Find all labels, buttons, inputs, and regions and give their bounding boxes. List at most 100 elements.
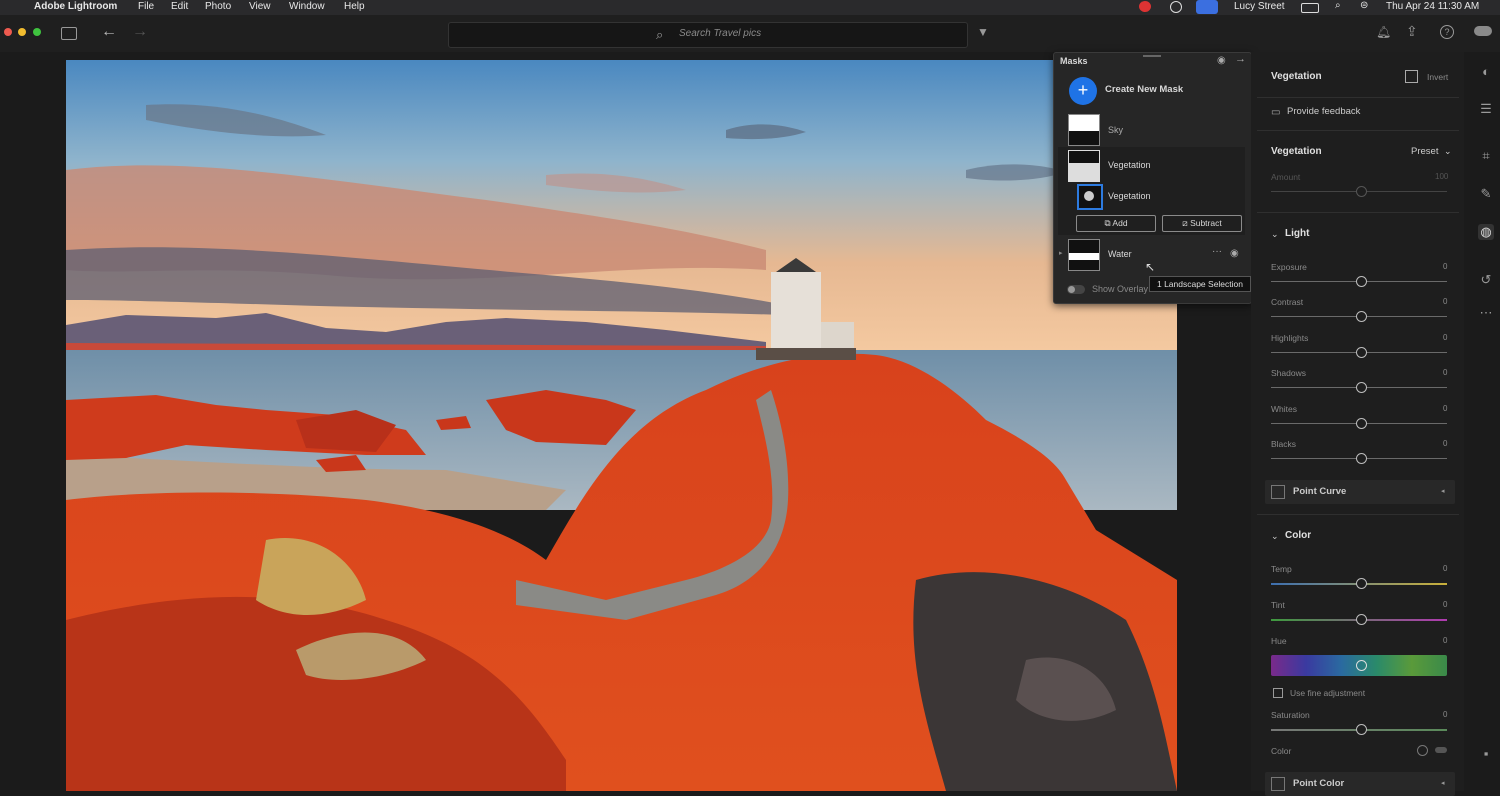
light-slider-knob[interactable] xyxy=(1356,418,1367,429)
hue-slider-knob[interactable] xyxy=(1356,660,1367,671)
search-icon[interactable]: ⌕ xyxy=(1335,0,1341,11)
expand-chevron-icon[interactable]: ▸ xyxy=(1059,249,1063,257)
menu-window[interactable]: Window xyxy=(289,1,325,12)
app-toolbar: ← → ⌕ Search Travel pics ▼ 🔔︎ ⇪ ? xyxy=(0,15,1500,52)
light-slider-label: Blacks xyxy=(1271,439,1297,449)
tint-label: Tint xyxy=(1271,600,1285,610)
app-menu[interactable]: Adobe Lightroom xyxy=(34,1,117,12)
menu-edit[interactable]: Edit xyxy=(171,1,188,12)
panel-toggle-icon[interactable] xyxy=(61,27,77,40)
tint-value: 0 xyxy=(1443,600,1448,609)
show-overlay-toggle[interactable] xyxy=(1067,285,1085,294)
close-window-button[interactable] xyxy=(4,28,12,36)
vegetation-component-label[interactable]: Vegetation xyxy=(1108,191,1151,201)
minimize-window-button[interactable] xyxy=(18,28,26,36)
user-name[interactable]: Lucy Street xyxy=(1234,1,1285,12)
hue-value: 0 xyxy=(1443,636,1448,645)
add-mask-button[interactable]: ⧉ Add xyxy=(1076,215,1156,232)
color-swatch-label: Color xyxy=(1271,746,1292,756)
color-swatch-icon[interactable] xyxy=(1417,745,1428,756)
crop-icon[interactable]: ⌗ xyxy=(1478,148,1494,164)
photo-canvas[interactable] xyxy=(66,60,1177,791)
play-icon[interactable] xyxy=(1170,1,1182,13)
temp-label: Temp xyxy=(1271,564,1292,574)
zoom-window-button[interactable] xyxy=(33,28,41,36)
screen-mirror-icon[interactable] xyxy=(1196,0,1218,14)
bell-icon[interactable]: 🔔︎ xyxy=(1376,25,1391,39)
sky-mask-thumbnail[interactable] xyxy=(1068,114,1100,146)
invert-checkbox[interactable] xyxy=(1405,70,1418,83)
light-slider-value: 0 xyxy=(1443,404,1448,413)
vegetation-component-thumbnail[interactable] xyxy=(1077,184,1103,210)
menu-photo[interactable]: Photo xyxy=(205,1,231,12)
sky-mask-label[interactable]: Sky xyxy=(1108,125,1123,135)
history-icon[interactable]: ↺ xyxy=(1478,272,1494,288)
amount-label: Amount xyxy=(1271,172,1301,182)
color-toggle[interactable] xyxy=(1435,747,1447,753)
control-center-icon[interactable]: ⊜ xyxy=(1360,0,1368,11)
vegetation-mask-label[interactable]: Vegetation xyxy=(1108,160,1151,170)
amount-value: 100 xyxy=(1435,172,1449,181)
expand-arrow-icon: ◂ xyxy=(1441,780,1445,787)
vegetation-mask-thumbnail[interactable] xyxy=(1068,150,1100,182)
fine-adjustment-checkbox[interactable] xyxy=(1273,688,1283,698)
back-arrow-icon[interactable]: ← xyxy=(101,23,117,41)
create-new-mask-label[interactable]: Create New Mask xyxy=(1105,84,1183,95)
light-slider-label: Shadows xyxy=(1271,368,1306,378)
light-section-title[interactable]: Light xyxy=(1285,228,1309,239)
saturation-slider-knob[interactable] xyxy=(1356,724,1367,735)
comments-icon[interactable]: ▪ xyxy=(1478,746,1494,762)
filter-icon[interactable]: ▼ xyxy=(977,25,989,39)
mask-name-title: Vegetation xyxy=(1271,71,1322,82)
menu-file[interactable]: File xyxy=(138,1,154,12)
masking-icon[interactable]: ◍ xyxy=(1478,224,1494,240)
search-input[interactable]: ⌕ Search Travel pics xyxy=(448,22,968,48)
temp-slider-knob[interactable] xyxy=(1356,578,1367,589)
point-color-header[interactable]: Point Color ◂ xyxy=(1265,772,1455,796)
battery-icon[interactable] xyxy=(1301,3,1319,13)
invert-label: Invert xyxy=(1427,72,1449,82)
landscape-photo xyxy=(66,60,1177,791)
color-chevron-icon[interactable]: ⌄ xyxy=(1271,531,1279,542)
tint-slider-knob[interactable] xyxy=(1356,614,1367,625)
forward-arrow-icon[interactable]: → xyxy=(132,23,148,41)
more-options-icon[interactable]: ··· xyxy=(1212,246,1222,257)
eye-icon[interactable]: ◉ xyxy=(1217,55,1226,66)
menu-help[interactable]: Help xyxy=(344,1,365,12)
point-curve-header[interactable]: Point Curve ◂ xyxy=(1265,480,1455,504)
light-slider-knob[interactable] xyxy=(1356,382,1367,393)
create-new-mask-button[interactable]: + xyxy=(1069,77,1097,105)
presets-icon[interactable]: ◐ xyxy=(1478,64,1494,80)
temp-value: 0 xyxy=(1443,564,1448,573)
light-slider-knob[interactable] xyxy=(1356,347,1367,358)
light-slider-knob[interactable] xyxy=(1356,453,1367,464)
chevron-down-icon: ⌄ xyxy=(1444,146,1452,156)
water-mask-label[interactable]: Water xyxy=(1108,249,1132,259)
light-slider-value: 0 xyxy=(1443,333,1448,342)
light-slider-knob[interactable] xyxy=(1356,311,1367,322)
subtract-mask-button[interactable]: ⧄ Subtract xyxy=(1162,215,1242,232)
tooltip: 1 Landscape Selection xyxy=(1149,276,1251,292)
light-slider-knob[interactable] xyxy=(1356,276,1367,287)
preset-dropdown[interactable]: Preset xyxy=(1411,146,1438,157)
light-slider-label: Highlights xyxy=(1271,333,1309,343)
edit-sliders-icon[interactable]: ☰ xyxy=(1478,101,1494,117)
collapse-arrow-icon[interactable]: → xyxy=(1235,53,1246,65)
healing-icon[interactable]: ✎ xyxy=(1478,186,1494,202)
help-icon[interactable]: ? xyxy=(1440,25,1454,39)
provide-feedback-link[interactable]: Provide feedback xyxy=(1287,106,1360,117)
water-mask-thumbnail[interactable] xyxy=(1068,239,1100,271)
more-icon[interactable]: ⋯ xyxy=(1478,305,1494,321)
light-chevron-icon[interactable]: ⌄ xyxy=(1271,229,1279,240)
menu-view[interactable]: View xyxy=(249,1,271,12)
feedback-icon[interactable]: ▭ xyxy=(1271,107,1280,118)
expand-arrow-icon: ◂ xyxy=(1441,488,1445,495)
amount-slider-knob[interactable] xyxy=(1356,186,1367,197)
eye-icon[interactable]: ◉ xyxy=(1230,248,1239,259)
vegetation-section-title: Vegetation xyxy=(1271,146,1322,157)
creative-cloud-icon[interactable] xyxy=(1139,1,1151,12)
color-section-title[interactable]: Color xyxy=(1285,530,1311,541)
cloud-icon[interactable] xyxy=(1474,26,1492,36)
share-icon[interactable]: ⇪ xyxy=(1406,23,1418,40)
drag-handle[interactable] xyxy=(1143,55,1161,57)
